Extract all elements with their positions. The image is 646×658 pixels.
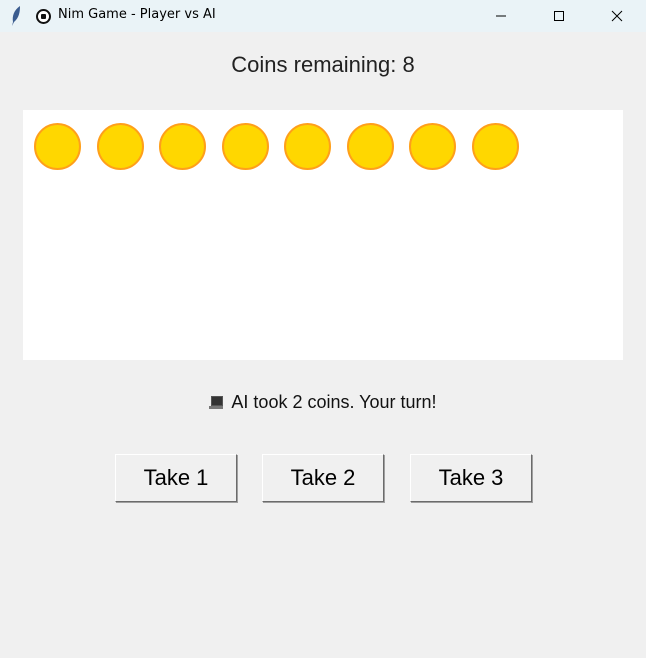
- take-3-button[interactable]: Take 3: [410, 454, 532, 502]
- computer-icon: [209, 396, 224, 409]
- coin: [284, 123, 331, 170]
- coin: [409, 123, 456, 170]
- take-1-button[interactable]: Take 1: [115, 454, 237, 502]
- coins-remaining-label: Coins remaining: 8: [231, 52, 415, 77]
- take-2-button[interactable]: Take 2: [262, 454, 384, 502]
- title-bar: Nim Game - Player vs AI: [0, 0, 646, 32]
- close-button[interactable]: [594, 0, 640, 32]
- coin: [159, 123, 206, 170]
- coin-canvas: [23, 110, 623, 360]
- window-title: Nim Game - Player vs AI: [58, 7, 216, 22]
- minimize-icon: [496, 15, 506, 17]
- minimize-button[interactable]: [478, 0, 524, 32]
- close-icon: [611, 10, 623, 22]
- coin: [96, 123, 144, 170]
- feather-icon: [12, 6, 20, 26]
- coin: [221, 123, 269, 170]
- maximize-button[interactable]: [536, 0, 582, 32]
- coin: [471, 123, 519, 170]
- maximize-icon: [554, 11, 564, 21]
- status-message: AI took 2 coins. Your turn!: [0, 392, 646, 413]
- app-icon: [36, 9, 51, 24]
- status-text: AI took 2 coins. Your turn!: [231, 392, 437, 412]
- coin: [34, 123, 81, 170]
- coin: [346, 123, 394, 170]
